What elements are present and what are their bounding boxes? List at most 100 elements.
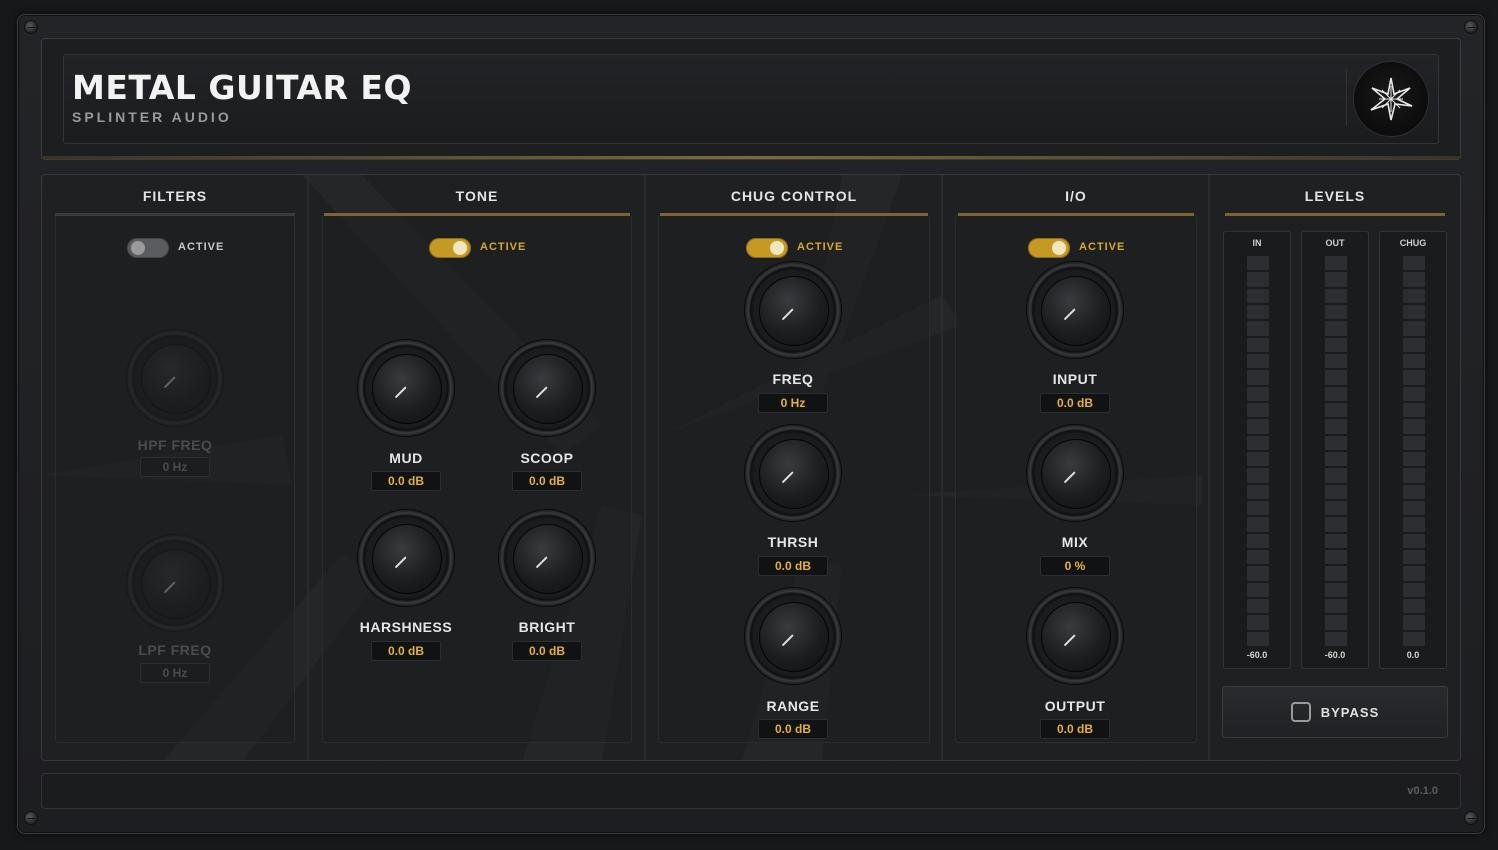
chug-active-toggle[interactable]: [746, 238, 788, 258]
meter-segment: [1247, 353, 1269, 369]
bright-label: BRIGHT: [518, 619, 576, 635]
meter-segment: [1403, 484, 1425, 499]
meter-chug-name: CHUG: [1399, 238, 1427, 248]
meter-chug: CHUG 0.0: [1379, 231, 1447, 669]
shattered-star-logo-icon: [1353, 61, 1429, 137]
bypass-button[interactable]: BYPASS: [1222, 686, 1448, 738]
meter-segment: [1403, 582, 1425, 597]
app-subtitle: SPLINTER AUDIO: [72, 109, 232, 125]
meter-segment: [1247, 256, 1269, 271]
meter-segment: [1325, 435, 1347, 450]
meter-segment: [1403, 549, 1425, 565]
range-knob[interactable]: [745, 588, 841, 684]
harshness-value: 0.0 dB: [371, 641, 441, 661]
levels-rule: [1225, 213, 1445, 216]
chug-freq-value: 0 Hz: [758, 393, 828, 413]
thrsh-knob[interactable]: [745, 425, 841, 521]
chug-rule: [660, 213, 928, 216]
meter-segment: [1247, 321, 1269, 336]
meter-segment: [1247, 631, 1269, 646]
mud-label: MUD: [389, 450, 423, 466]
screw-icon: [1464, 20, 1478, 34]
range-value: 0.0 dB: [758, 719, 828, 739]
meter-segment: [1403, 256, 1425, 271]
meter-segment: [1403, 337, 1425, 352]
hpf-freq-knob[interactable]: [127, 330, 223, 426]
scoop-knob[interactable]: [499, 340, 595, 436]
tone-rule: [324, 213, 630, 216]
meter-segment: [1325, 582, 1347, 597]
io-active-label: ACTIVE: [1079, 241, 1126, 253]
harshness-label: HARSHNESS: [359, 619, 453, 635]
meter-segment: [1247, 549, 1269, 565]
meter-segment: [1325, 566, 1347, 581]
meter-segment: [1325, 451, 1347, 467]
output-value: 0.0 dB: [1040, 719, 1110, 739]
meter-segment: [1403, 386, 1425, 401]
app-title: METAL GUITAR EQ: [72, 68, 413, 107]
meter-in-value: -60.0: [1246, 650, 1268, 660]
input-label: INPUT: [1052, 371, 1098, 387]
bypass-checkbox[interactable]: [1290, 702, 1311, 722]
meter-chug-bar: [1403, 256, 1425, 646]
meter-segment: [1325, 484, 1347, 499]
meter-segment: [1247, 304, 1269, 320]
meter-segment: [1247, 337, 1269, 352]
chug-freq-label: FREQ: [772, 371, 814, 387]
filters-active-toggle[interactable]: [127, 238, 169, 258]
logo-divider: [1346, 70, 1347, 126]
meter-segment: [1403, 304, 1425, 320]
meter-segment: [1247, 288, 1269, 303]
chug-freq-knob[interactable]: [745, 262, 841, 358]
output-knob[interactable]: [1027, 588, 1123, 684]
meter-out-bar: [1325, 256, 1347, 646]
io-active-toggle[interactable]: [1028, 238, 1070, 258]
section-divider: [644, 175, 646, 760]
meter-segment: [1247, 582, 1269, 597]
filters-rule: [55, 213, 295, 216]
section-divider: [1208, 175, 1210, 760]
range-label: RANGE: [766, 698, 820, 714]
filters-title: FILTERS: [142, 188, 208, 204]
screw-icon: [1464, 811, 1478, 825]
meter-out: OUT -60.0: [1301, 231, 1369, 669]
mix-knob[interactable]: [1027, 425, 1123, 521]
meter-out-name: OUT: [1325, 238, 1345, 248]
thrsh-value: 0.0 dB: [758, 556, 828, 576]
meter-segment: [1403, 615, 1425, 630]
hpf-freq-value: 0 Hz: [140, 457, 210, 477]
mud-knob[interactable]: [358, 340, 454, 436]
meter-segment: [1403, 500, 1425, 516]
lpf-freq-knob[interactable]: [127, 535, 223, 631]
meter-segment: [1403, 566, 1425, 581]
tone-title: TONE: [455, 188, 499, 204]
meter-segment: [1325, 631, 1347, 646]
bright-knob[interactable]: [499, 510, 595, 606]
lpf-freq-label: LPF FREQ: [138, 642, 212, 658]
tone-active-toggle[interactable]: [429, 238, 471, 258]
meter-segment: [1247, 566, 1269, 581]
meter-segment: [1247, 500, 1269, 516]
meter-segment: [1403, 631, 1425, 646]
levels-title: LEVELS: [1304, 188, 1366, 204]
meter-segment: [1403, 419, 1425, 434]
meter-segment: [1247, 272, 1269, 287]
thrsh-label: THRSH: [767, 534, 819, 550]
meter-segment: [1247, 484, 1269, 499]
hpf-freq-label: HPF FREQ: [137, 437, 213, 453]
scoop-label: SCOOP: [520, 450, 574, 466]
bright-value: 0.0 dB: [512, 641, 582, 661]
meter-segment: [1325, 402, 1347, 418]
meter-segment: [1325, 272, 1347, 287]
meter-segment: [1325, 321, 1347, 336]
screw-icon: [24, 811, 38, 825]
harshness-knob[interactable]: [358, 510, 454, 606]
meter-segment: [1247, 533, 1269, 548]
section-divider: [307, 175, 309, 760]
meter-segment: [1403, 321, 1425, 336]
meter-segment: [1325, 500, 1347, 516]
meter-segment: [1325, 598, 1347, 614]
meter-segment: [1325, 517, 1347, 532]
input-knob[interactable]: [1027, 262, 1123, 358]
chug-title: CHUG CONTROL: [730, 188, 858, 204]
